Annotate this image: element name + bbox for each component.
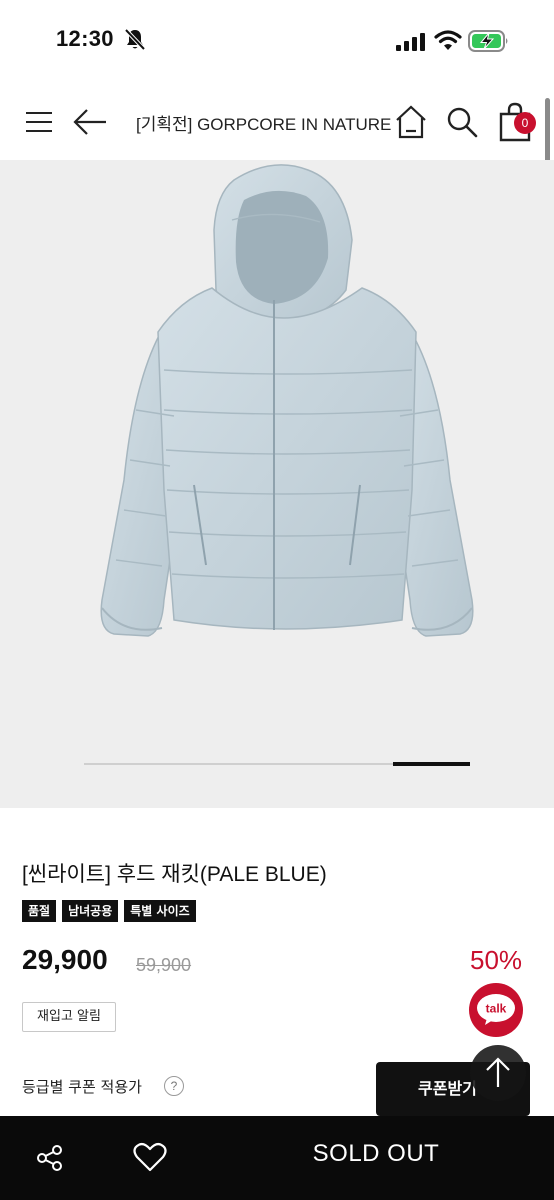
heart-icon[interactable] (133, 1142, 167, 1172)
kakao-talk-button[interactable]: talk (468, 982, 524, 1038)
status-time: 12:30 (56, 26, 114, 51)
gallery-progress-indicator (393, 762, 470, 766)
sale-price: 29,900 (22, 944, 108, 975)
home-icon[interactable] (394, 104, 428, 140)
bottom-action-bar: SOLD OUT (0, 1116, 554, 1200)
menu-icon[interactable] (24, 108, 54, 136)
page-title: [기획전] GORPCORE IN NATURE (136, 115, 392, 134)
signal-icon (396, 33, 425, 51)
status-bar: 12:30 (0, 0, 554, 80)
wifi-icon (434, 30, 462, 50)
product-tags: 품절 남녀공용 특별 사이즈 (22, 900, 196, 922)
original-price: 59,900 (136, 955, 192, 975)
tag-special-size: 특별 사이즈 (124, 900, 196, 922)
battery-charging-icon (468, 30, 508, 52)
talk-label: talk (486, 1002, 507, 1016)
back-arrow-icon[interactable] (72, 108, 108, 136)
product-image (100, 164, 474, 637)
scroll-to-top-button[interactable] (470, 1045, 526, 1101)
arrow-up-icon (486, 1057, 510, 1087)
product-name: [씬라이트] 후드 재킷(PALE BLUE) (22, 863, 327, 886)
top-nav-bar: [기획전] GORPCORE IN NATURE (0, 84, 554, 160)
product-image-gallery[interactable] (0, 160, 554, 808)
scrollbar[interactable] (545, 98, 550, 164)
bell-slash-icon (124, 28, 146, 51)
tag-unisex: 남녀공용 (62, 900, 119, 922)
share-icon[interactable] (36, 1144, 64, 1172)
sold-out-button[interactable]: SOLD OUT (248, 1140, 504, 1168)
cart-count-badge: 0 (514, 112, 536, 134)
restock-alert-button[interactable]: 재입고 알림 (22, 1002, 116, 1032)
discount-rate: 50% (470, 945, 523, 975)
tag-sold-out: 품절 (22, 900, 57, 922)
coupon-price-note: 등급별 쿠폰 적용가 (22, 1078, 142, 1096)
search-icon[interactable] (446, 106, 478, 138)
help-icon[interactable]: ? (164, 1076, 184, 1096)
